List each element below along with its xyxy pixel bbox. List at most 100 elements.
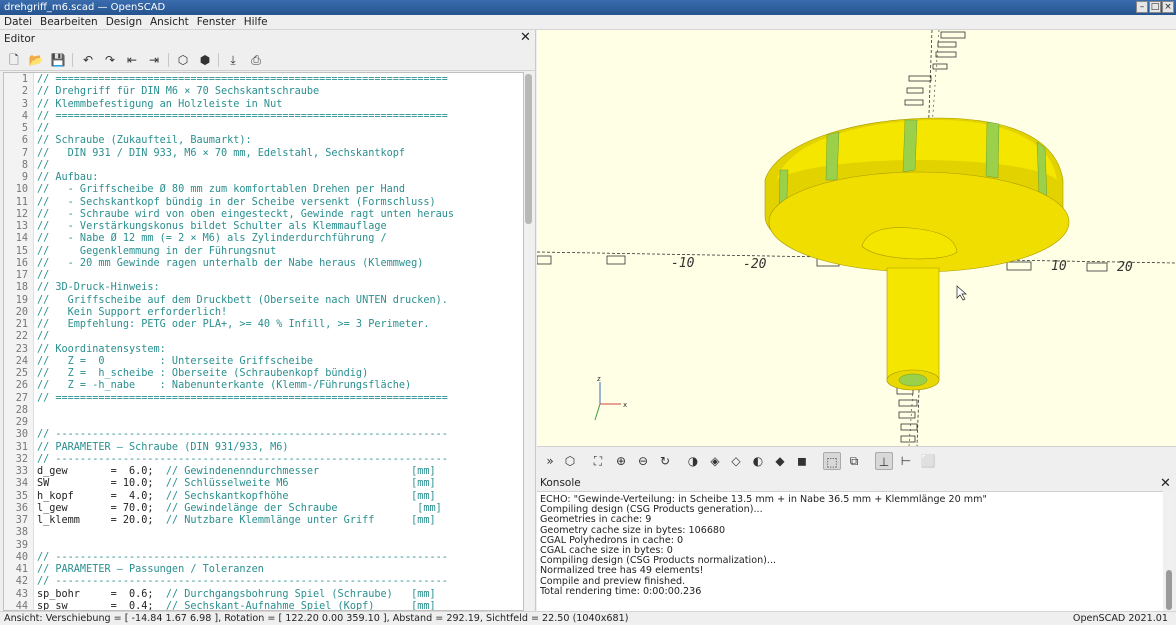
view-status: Ansicht: Verschiebung = [ -14.84 1.67 6.… [4,613,629,624]
line-text: // [37,123,50,134]
gizmo-x-label: x [623,401,627,409]
menu-fenster[interactable]: Fenster [193,15,240,30]
line-number: 37 [15,515,28,526]
line-text: // Z = h_scheibe : Oberseite (Schraubenk… [37,368,369,379]
code-line: 33 d_gew = 6.0; // Gewindenenndurchmesser… [4,466,523,478]
show-scale-icon[interactable]: ⊢ [897,452,915,470]
undo-icon[interactable]: ↶ [80,52,96,68]
menu-bearbeiten[interactable]: Bearbeiten [36,15,102,30]
code-line: 19 // Griffscheibe auf dem Druckbett (Obe… [4,295,523,307]
line-text: // =====================================… [37,110,448,122]
line-text: // =====================================… [37,392,448,404]
console-scroll-thumb[interactable] [1166,570,1172,610]
editor-scrollbar[interactable] [524,72,533,611]
3d-viewport[interactable]: -10 -20 10 20 z x [537,30,1176,446]
console-scrollbar[interactable] [1164,491,1174,611]
minimize-button[interactable]: – [1136,1,1148,13]
line-number: 8 [21,159,28,171]
line-text: d_gew = 6.0; // Gewindenenndurchmesser [… [37,466,436,477]
code-line: 24 // Z = 0 : Unterseite Griffscheibe [4,356,523,368]
view-front-icon[interactable]: ◆ [771,452,789,470]
code-line: 17 // [4,270,523,282]
console-close-icon[interactable]: ✕ [1160,476,1171,491]
line-text: // -------------------------------------… [37,551,448,563]
code-line: 39 [4,540,523,552]
orthogonal-icon[interactable]: ⧉ [845,452,863,470]
tick-marks-top [904,31,966,106]
code-line: 30 // -----------------------------------… [4,429,523,441]
render-icon[interactable]: ⬢ [197,52,213,68]
new-file-icon[interactable]: 🗋 [6,52,22,68]
indent-icon[interactable]: ⇥ [146,52,162,68]
line-text: // - Sechskantkopf bündig in der Scheibe… [37,196,436,208]
menu-design[interactable]: Design [102,15,146,30]
open-file-icon[interactable]: 📂 [28,52,44,68]
line-text: // Empfehlung: PETG oder PLA+, >= 40 % I… [37,319,430,330]
line-text: l_klemm = 20.0; // Nutzbare Klemmlänge u… [37,515,436,526]
code-line: 12 // - Schraube wird von oben eingesteck… [4,209,523,221]
redo-icon[interactable]: ↷ [102,52,118,68]
export-stl-icon[interactable]: ⤓ [225,52,241,68]
version-label: OpenSCAD 2021.01 [1072,613,1168,624]
close-window-button[interactable]: × [1162,1,1174,13]
save-file-icon[interactable]: 💾 [50,52,66,68]
console-line: Total rendering time: 0:00:00.236 [540,585,702,597]
reset-view-icon[interactable]: ↻ [656,452,674,470]
line-number: 14 [15,233,28,245]
view-top-icon[interactable]: ◈ [706,452,724,470]
menu-datei[interactable]: Datei [0,15,36,30]
code-line: 41 // PARAMETER – Passungen / Toleranzen [4,564,523,576]
code-line: 3 // Klemmbefestigung an Holzleiste in Nu… [4,99,523,111]
show-edges-icon[interactable]: ⬜ [919,452,937,470]
line-number: 42 [15,576,28,588]
preview-icon[interactable]: ⬡ [175,52,191,68]
view-left-icon[interactable]: ◐ [749,452,767,470]
console-output[interactable]: ECHO: "Gewinde-Verteilung: in Scheibe 13… [537,491,1163,611]
code-line: 35 h_kopf = 4.0; // Sechskantkopfhöhe [mm… [4,491,523,503]
show-axes-icon[interactable]: ⊥ [875,452,893,470]
perspective-icon[interactable]: ⬚ [823,452,841,470]
unindent-icon[interactable]: ⇤ [124,52,140,68]
line-number: 2 [21,86,28,98]
menu-bar: Datei Bearbeiten Design Ansicht Fenster Hilfe [0,15,1176,30]
model-render: -10 -20 10 20 z x [537,30,1176,446]
view-back-icon[interactable]: ◼ [793,452,811,470]
preview-cube-icon[interactable]: ⬡ [561,452,579,470]
code-line: 36 l_gew = 70.0; // Gewindelänge der Schr… [4,503,523,515]
line-text: // [37,270,50,281]
line-number: 31 [15,441,28,453]
gizmo-z-label: z [597,375,601,383]
code-line: 6 // Schraube (Zukaufteil, Baumarkt): [4,135,523,147]
code-line: 9 // Aufbau: [4,172,523,184]
line-text: // 3D-Druck-Hinweis: [37,282,160,294]
menu-hilfe[interactable]: Hilfe [240,15,272,30]
line-number: 7 [21,147,28,159]
view-right-icon[interactable]: ◑ [684,452,702,470]
zoom-in-icon[interactable]: ⊕ [612,452,630,470]
code-line: 43 sp_bohr = 0.6; // Durchgangsbohrung Sp… [4,589,523,601]
line-number: 41 [15,564,28,575]
view-all-icon[interactable]: ⛶ [589,452,607,470]
code-line: 31 // PARAMETER – Schraube (DIN 931/933, … [4,442,523,454]
line-number: 30 [15,429,28,441]
line-number: 28 [15,404,28,416]
code-line: 13 // - Verstärkungskonus bildet Schulter… [4,221,523,233]
line-number: 16 [15,257,28,269]
code-line: 40 // -----------------------------------… [4,552,523,564]
code-line: 8 // [4,160,523,172]
line-number: 33 [15,466,28,477]
line-text: // Griffscheibe auf dem Druckbett (Obers… [37,294,448,306]
editor-close-icon[interactable]: ✕ [520,30,531,45]
view-bottom-icon[interactable]: ◇ [727,452,745,470]
code-editor[interactable]: 1 // ====================================… [3,72,524,611]
line-number: 6 [21,135,28,147]
maximize-button[interactable]: □ [1149,1,1161,13]
editor-scroll-thumb[interactable] [525,74,532,224]
line-number: 13 [15,221,28,232]
code-line: 26 // Z = -h_nabe : Nabenunterkante (Klem… [4,380,523,392]
editor-toolbar: 🗋 📂 💾 ↶ ↷ ⇤ ⇥ ⬡ ⬢ ⤓ ⎙ [0,49,536,71]
send-to-printer-icon[interactable]: ⎙ [248,52,264,68]
menu-ansicht[interactable]: Ansicht [146,15,193,30]
zoom-out-icon[interactable]: ⊖ [634,452,652,470]
render-icon[interactable]: » [541,452,559,470]
